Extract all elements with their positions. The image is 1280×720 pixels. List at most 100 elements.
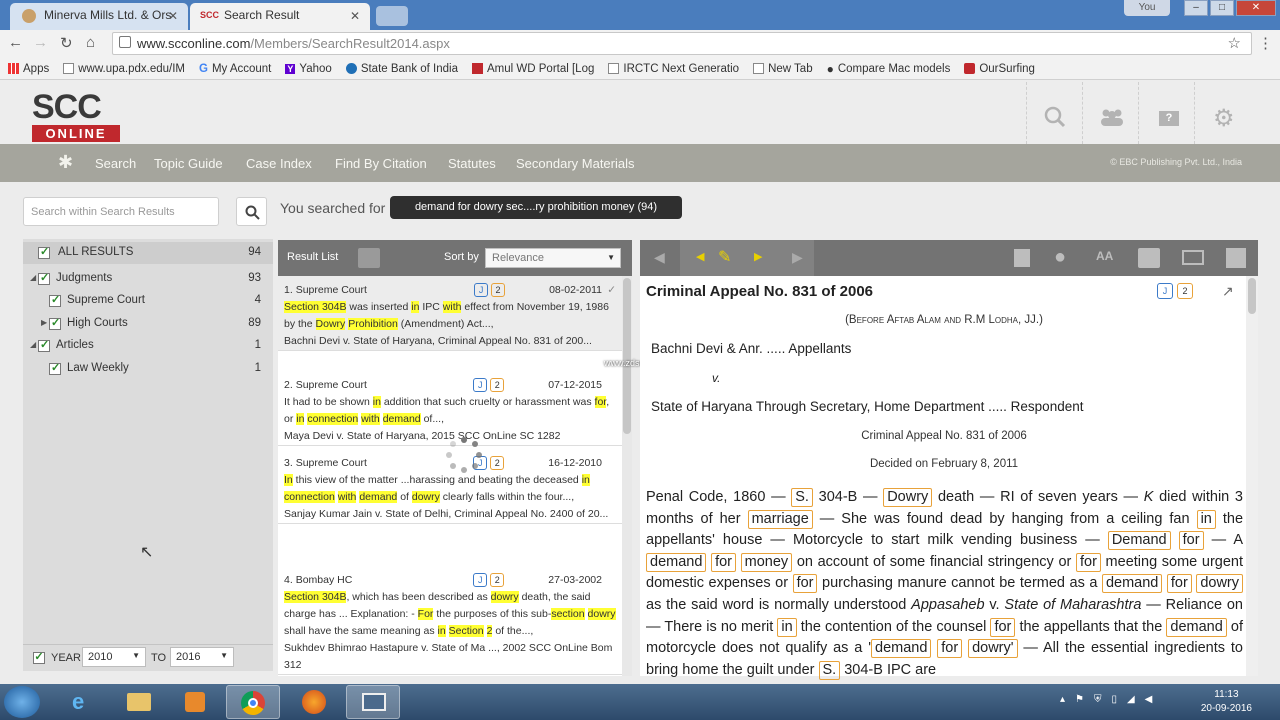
close-icon[interactable]: ✕ xyxy=(168,9,178,23)
nav-secondary-materials[interactable]: Secondary Materials xyxy=(516,156,635,171)
home-icon[interactable]: ⌂ xyxy=(86,34,95,51)
previous-hit-icon[interactable]: ◀ xyxy=(696,250,704,263)
collapse-triangle-icon[interactable]: ◢ xyxy=(30,273,36,282)
notes-icon[interactable] xyxy=(1014,249,1030,267)
facet-supreme-court[interactable]: Supreme Court 4 xyxy=(23,290,273,312)
chrome-taskbar-icon[interactable] xyxy=(226,685,280,719)
firefox-taskbar-icon[interactable] xyxy=(288,685,342,719)
query-chip[interactable]: demand for dowry sec....ry prohibition m… xyxy=(390,196,682,219)
help-icon[interactable]: ? xyxy=(1138,82,1194,144)
bookmark-item[interactable]: New Tab xyxy=(753,63,813,75)
year-from-select[interactable]: 2010 ▼ xyxy=(82,647,146,667)
explorer-taskbar-icon[interactable] xyxy=(112,685,166,719)
maximize-icon[interactable]: □ xyxy=(1210,0,1234,16)
year-to-select[interactable]: 2016 ▼ xyxy=(170,647,234,667)
bookmark-item[interactable]: IRCTC Next Generatio xyxy=(608,63,739,75)
nav-statutes[interactable]: Statutes xyxy=(448,156,496,171)
back-icon[interactable]: ← xyxy=(8,34,23,51)
collapse-triangle-icon[interactable]: ◢ xyxy=(30,340,36,349)
user-badge[interactable]: You xyxy=(1124,0,1170,16)
headnote-text: — A xyxy=(1203,532,1243,549)
minimize-icon[interactable]: – xyxy=(1184,0,1208,16)
citation-count-badge[interactable]: 2 xyxy=(490,456,505,470)
judgment-badge[interactable]: J xyxy=(473,378,488,392)
close-icon[interactable]: ✕ xyxy=(350,9,360,23)
last-doc-icon[interactable]: ▶ xyxy=(792,249,803,266)
print-icon[interactable] xyxy=(1138,248,1160,268)
checkbox[interactable] xyxy=(38,338,50,352)
browser-tab-search-result[interactable]: SCC Search Result ✕ xyxy=(190,3,370,30)
citation-count-badge[interactable]: 2 xyxy=(490,573,505,587)
judgment-badge[interactable]: J xyxy=(1157,283,1173,299)
citation-count-badge[interactable]: 2 xyxy=(491,283,506,297)
bookmark-item[interactable]: Amul WD Portal [Log xyxy=(472,63,594,75)
scc-online-logo[interactable]: SCC ONLINE xyxy=(32,88,124,142)
save-icon[interactable] xyxy=(1226,248,1246,268)
browser-tab-minerva[interactable]: Minerva Mills Ltd. & Ors ✕ xyxy=(10,3,188,30)
expand-triangle-icon[interactable]: ▶ xyxy=(41,318,47,327)
reload-icon[interactable]: ↻ xyxy=(60,34,73,52)
nav-find-by-citation[interactable]: Find By Citation xyxy=(335,156,427,171)
nav-case-index[interactable]: Case Index xyxy=(246,156,312,171)
address-bar[interactable]: www.scconline.com/Members/SearchResult20… xyxy=(112,32,1252,55)
facet-high-courts[interactable]: ▶ High Courts 89 xyxy=(23,313,273,335)
new-tab-button[interactable] xyxy=(376,6,408,26)
citation-count-badge[interactable]: 2 xyxy=(490,378,505,392)
year-checkbox[interactable]: ✓ xyxy=(33,652,45,664)
bookmark-item[interactable]: OurSurfing xyxy=(964,63,1035,75)
citation-count-badge[interactable]: 2 xyxy=(1177,283,1193,299)
facet-articles[interactable]: ◢ Articles 1 xyxy=(23,335,273,357)
page-info-icon[interactable] xyxy=(119,36,131,48)
checkbox[interactable] xyxy=(49,293,61,307)
bookmark-item[interactable]: www.upa.pdx.edu/IM xyxy=(63,63,185,75)
users-icon[interactable] xyxy=(1082,82,1138,144)
bookmark-star-icon[interactable]: ☆ xyxy=(1228,34,1241,52)
bookmark-item[interactable]: Y Yahoo xyxy=(285,63,332,75)
font-size-icon[interactable]: AA xyxy=(1096,249,1113,263)
first-doc-icon[interactable]: ◀ xyxy=(654,249,665,266)
open-external-icon[interactable]: ↗ xyxy=(1222,283,1234,300)
bookmark-apps[interactable]: Apps xyxy=(8,63,49,75)
media-taskbar-icon[interactable] xyxy=(168,685,222,719)
tray-icons[interactable]: ▴⚑⛨▯◢◀ xyxy=(1060,694,1162,705)
checkbox[interactable] xyxy=(49,316,61,330)
document-scrollbar[interactable] xyxy=(1246,276,1258,676)
start-button[interactable] xyxy=(4,686,40,718)
nav-search[interactable]: Search xyxy=(95,156,136,171)
bookmark-item[interactable]: G My Account xyxy=(199,63,271,75)
facet-law-weekly[interactable]: Law Weekly 1 xyxy=(23,358,273,380)
result-item[interactable]: 4. Bombay HC J 2 27-03-2002 Section 304B, wh… xyxy=(278,566,622,675)
checkbox[interactable] xyxy=(49,361,61,375)
facet-judgments[interactable]: ◢ Judgments 93 xyxy=(23,268,273,290)
checkbox[interactable] xyxy=(38,271,50,285)
window-close-icon[interactable]: ✕ xyxy=(1236,0,1276,16)
sort-select[interactable]: Relevance ▼ xyxy=(485,248,621,268)
scrollbar-thumb[interactable] xyxy=(623,278,631,434)
result-list-scrollbar[interactable] xyxy=(622,276,632,676)
bookmark-item[interactable]: State Bank of India xyxy=(345,63,458,75)
checkbox[interactable] xyxy=(38,245,50,259)
nav-topic-guide[interactable]: Topic Guide xyxy=(154,156,223,171)
facet-all-results[interactable]: ALL RESULTS 94 xyxy=(23,242,273,264)
scrollbar-thumb[interactable] xyxy=(1248,278,1256,314)
gear-icon[interactable]: ⚙ xyxy=(1194,82,1250,144)
highlight-pen-icon[interactable]: ✎ xyxy=(718,247,731,267)
search-within-button[interactable] xyxy=(236,197,267,226)
print-list-icon[interactable] xyxy=(358,248,380,268)
forward-icon[interactable]: → xyxy=(33,34,48,51)
ie-taskbar-icon[interactable]: e xyxy=(56,685,110,719)
search-icon[interactable] xyxy=(1026,82,1082,144)
comment-icon[interactable]: ● xyxy=(1054,246,1066,269)
system-clock[interactable]: 11:13 20-09-2016 xyxy=(1201,688,1252,716)
recorder-taskbar-icon[interactable] xyxy=(346,685,400,719)
search-within-input[interactable]: Search within Search Results xyxy=(23,197,219,226)
menu-asterisk-icon[interactable]: ✱ xyxy=(58,152,73,173)
snippet-text: this view of the matter ...harassing and… xyxy=(292,474,582,486)
email-icon[interactable] xyxy=(1182,250,1204,265)
bookmark-item[interactable]: ● Compare Mac models xyxy=(827,62,951,76)
menu-icon[interactable]: ⋮ xyxy=(1258,34,1273,52)
result-item[interactable]: 1. Supreme Court J 2 08-02-2011 ✓ Section 304… xyxy=(278,276,622,351)
judgment-badge[interactable]: J xyxy=(474,283,489,297)
judgment-badge[interactable]: J xyxy=(473,573,488,587)
next-hit-icon[interactable]: ▶ xyxy=(754,250,762,263)
